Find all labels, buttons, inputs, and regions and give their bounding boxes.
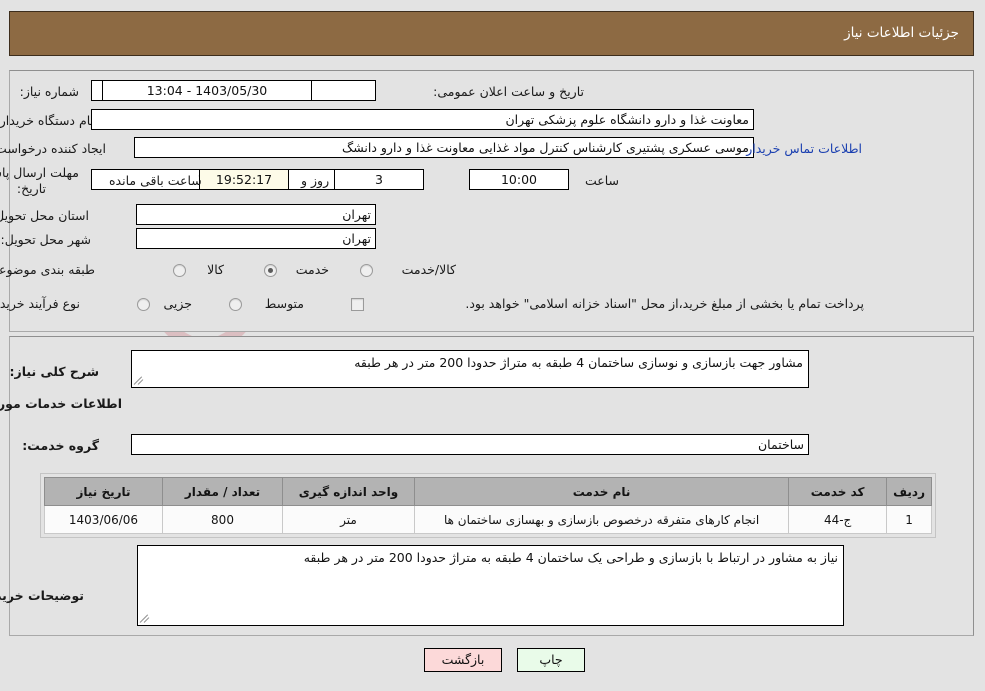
page-title: جزئیات اطلاعات نیاز: [845, 25, 960, 41]
print-button[interactable]: چاپ: [518, 648, 586, 672]
process-radio-jozei[interactable]: [138, 298, 151, 311]
col-unit: واحد اندازه گیری: [283, 477, 416, 506]
service-group-label: گروه خدمت:: [23, 438, 100, 453]
category-option-label-0: کالا: [208, 262, 225, 277]
category-label: طبقه بندی موضوعی:: [0, 262, 96, 277]
buyer-org-value: معاونت غذا و دارو دانشگاه علوم پزشکی تهر…: [92, 109, 755, 130]
service-group-value: ساختمان: [132, 434, 810, 455]
city-label: شهر محل تحویل:: [1, 232, 92, 247]
deadline-time-label: ساعت: [585, 173, 620, 188]
back-button[interactable]: بازگشت: [425, 648, 503, 672]
cell-code: ج-44: [789, 505, 889, 534]
general-desc-text: مشاور جهت بازسازی و نوسازی ساختمان 4 طبق…: [355, 355, 804, 370]
remaining-days-label: روز و: [302, 173, 331, 188]
remaining-clock-value: 19:52:17: [200, 169, 290, 190]
announce-datetime-value: 1403/05/30 - 13:04: [103, 80, 313, 101]
province-value: تهران: [137, 204, 377, 225]
col-date: تاریخ نیاز: [45, 477, 164, 506]
process-radio-motevaset[interactable]: [230, 298, 243, 311]
process-option-label-1: متوسط: [265, 296, 305, 311]
buyer-notes-text: نیاز به مشاور در ارتباط با بازسازی و طرا…: [304, 550, 839, 565]
process-option-label-0: جزیی: [164, 296, 193, 311]
treasury-bonds-checkbox[interactable]: [352, 298, 365, 311]
cell-name: انجام کارهای متفرقه درخصوص بازسازی و بهس…: [414, 505, 791, 534]
col-code: کد خدمت: [789, 477, 889, 506]
need-number-label: شماره نیاز:: [20, 84, 80, 99]
category-radio-kala-khedmat[interactable]: [361, 264, 374, 277]
process-label: نوع فرآیند خرید :: [0, 296, 81, 311]
category-option-label-2: کالا/خدمت: [402, 262, 457, 277]
category-option-label-1: خدمت: [296, 262, 330, 277]
col-name: نام خدمت: [414, 477, 791, 506]
category-radio-khedmat[interactable]: [265, 264, 278, 277]
requester-value: موسی عسکری پشتیری کارشناس کنترل مواد غذا…: [135, 137, 755, 158]
cell-radif: 1: [887, 505, 933, 534]
general-desc-label: شرح کلی نیاز:: [10, 364, 100, 379]
city-value: تهران: [137, 228, 377, 249]
page-header-bar: جزئیات اطلاعات نیاز: [10, 11, 975, 56]
buyer-notes-textarea[interactable]: نیاز به مشاور در ارتباط با بازسازی و طرا…: [138, 545, 845, 626]
buyer-notes-label: توضیحات خریدار:: [0, 588, 85, 603]
col-qty: تعداد / مقدار: [163, 477, 284, 506]
services-table: ردیف کد خدمت نام خدمت واحد اندازه گیری ت…: [45, 477, 933, 534]
table-header-row: ردیف کد خدمت نام خدمت واحد اندازه گیری ت…: [45, 477, 933, 506]
cell-date: 1403/06/06: [45, 505, 164, 534]
resize-grip-icon[interactable]: [134, 374, 147, 386]
cell-qty: 800: [163, 505, 284, 534]
category-radio-kala[interactable]: [174, 264, 187, 277]
table-row: 1 ج-44 انجام کارهای متفرقه درخصوص بازساز…: [45, 505, 933, 534]
services-section-title: اطلاعات خدمات مورد نیاز: [0, 396, 123, 411]
col-radif: ردیف: [887, 477, 933, 506]
buyer-org-label: نام دستگاه خریدار:: [0, 113, 95, 128]
province-label: استان محل تحویل:: [0, 208, 90, 223]
requester-label: ایجاد کننده درخواست:: [0, 141, 107, 156]
announce-datetime-label: تاریخ و ساعت اعلان عمومی:: [434, 84, 585, 99]
buyer-contact-link[interactable]: اطلاعات تماس خریدار: [747, 141, 863, 156]
remaining-suffix-label: ساعت باقی مانده: [110, 173, 203, 188]
treasury-bonds-label: پرداخت تمام یا بخشی از مبلغ خرید،از محل …: [466, 296, 865, 311]
resize-grip-icon-2[interactable]: [140, 612, 153, 624]
cell-unit: متر: [283, 505, 416, 534]
deadline-label-line1: مهلت ارسال پاسخ: تا: [0, 165, 80, 180]
remaining-days-value: 3: [335, 169, 425, 190]
deadline-time-value: 10:00: [470, 169, 570, 190]
page-root: AriaTender.net جزئیات اطلاعات نیاز شماره…: [0, 0, 985, 691]
general-desc-textarea[interactable]: مشاور جهت بازسازی و نوسازی ساختمان 4 طبق…: [132, 350, 810, 388]
deadline-label-line2: تاریخ:: [17, 181, 47, 196]
